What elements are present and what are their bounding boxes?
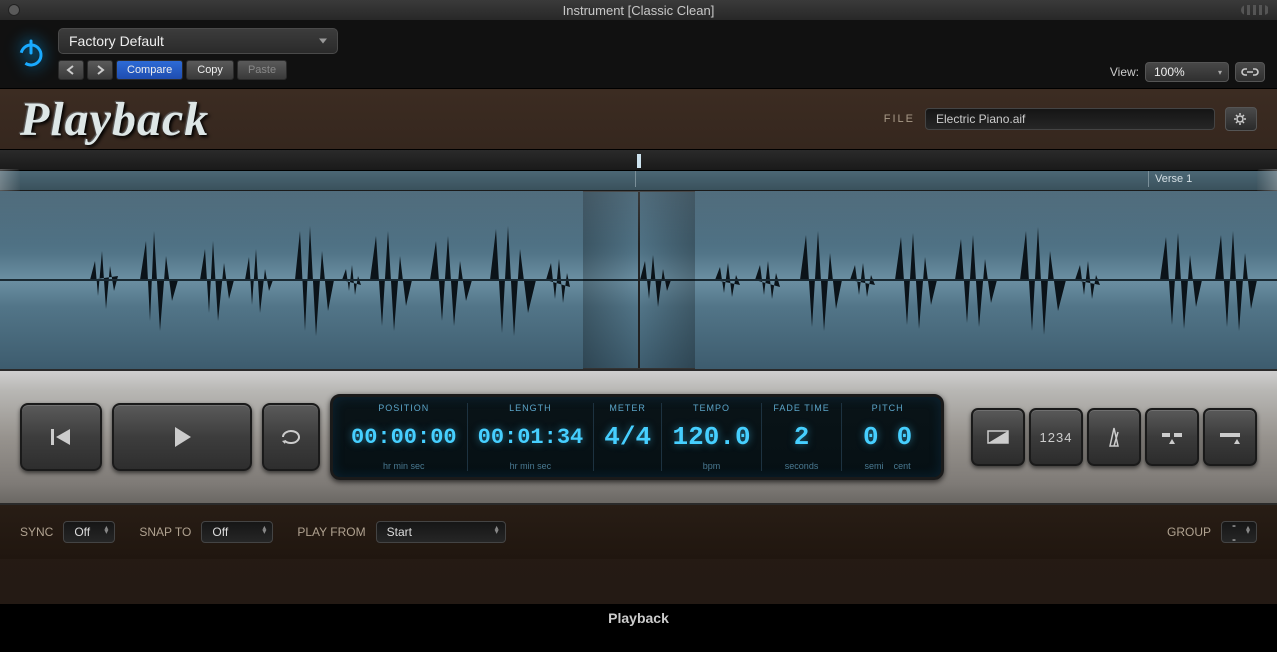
sync-value: Off (74, 525, 90, 539)
view-label: View: (1110, 65, 1139, 79)
cycle-button[interactable] (262, 403, 320, 471)
gear-icon (1233, 111, 1249, 127)
position-value: 00:00:00 (351, 425, 457, 450)
pitch-cent-value: 0 (897, 422, 913, 452)
window-titlebar: Instrument [Classic Clean] (0, 0, 1277, 20)
link-icon (1241, 66, 1259, 78)
lcd-position[interactable]: POSITION 00:00:00 hr min sec (341, 403, 467, 471)
lcd-meter[interactable]: METER 4/4 (593, 403, 661, 471)
preset-area: Factory Default Compare Copy Paste (58, 28, 338, 80)
window-grip[interactable] (1241, 5, 1269, 15)
fade-icon (985, 427, 1011, 447)
plugin-header: Playback FILE Electric Piano.aif (0, 89, 1277, 149)
sync-dropdown[interactable]: Off (63, 521, 115, 543)
fade-button[interactable] (971, 408, 1025, 466)
arrow-right-icon (95, 65, 105, 75)
plugin-toolbar: Factory Default Compare Copy Paste View:… (0, 20, 1277, 88)
snap-value: Off (212, 525, 228, 539)
waveform-svg (0, 191, 1277, 369)
settings-bar: SYNC Off SNAP TO Off PLAY FROM Start GRO… (0, 505, 1277, 559)
lcd-pitch[interactable]: PITCH 0 0 semi cent (841, 403, 933, 471)
view-zoom-value: 100% (1154, 65, 1185, 79)
split-icon (1159, 427, 1185, 447)
waveform-display[interactable] (0, 191, 1277, 369)
fade-label: FADE TIME (772, 403, 831, 413)
pitch-label: PITCH (852, 403, 923, 413)
footer-title: Playback (608, 610, 669, 626)
pitch-semi-units: semi (865, 461, 884, 471)
group-label: GROUP (1167, 525, 1211, 539)
sync-label: SYNC (20, 525, 53, 539)
playfrom-dropdown[interactable]: Start (376, 521, 506, 543)
compare-button[interactable]: Compare (116, 60, 183, 80)
metronome-button[interactable] (1087, 408, 1141, 466)
link-button[interactable] (1235, 62, 1265, 82)
add-marker-button[interactable] (1203, 408, 1257, 466)
marker-verse1[interactable]: Verse 1 (1148, 171, 1198, 187)
tempo-units: bpm (672, 461, 751, 471)
close-button[interactable] (8, 4, 20, 16)
tempo-value: 120.0 (672, 422, 751, 452)
pitch-cent-units: cent (894, 461, 911, 471)
split-marker-button[interactable] (1145, 408, 1199, 466)
play-button[interactable] (112, 403, 252, 471)
position-units: hr min sec (351, 461, 457, 471)
next-preset-button[interactable] (87, 60, 113, 80)
window-title: Instrument [Classic Clean] (0, 3, 1277, 18)
preset-dropdown[interactable]: Factory Default (58, 28, 338, 54)
meter-value: 4/4 (604, 422, 651, 452)
playfrom-label: PLAY FROM (297, 525, 365, 539)
view-group: View: 100% (1110, 62, 1265, 82)
transport-panel: POSITION 00:00:00 hr min sec LENGTH 00:0… (0, 369, 1277, 505)
skip-start-icon (48, 426, 74, 448)
function-buttons: 1234 (971, 408, 1257, 466)
file-label: FILE (884, 113, 915, 125)
plugin-footer: Playback (0, 604, 1277, 632)
go-to-start-button[interactable] (20, 403, 102, 471)
lcd-tempo[interactable]: TEMPO 120.0 bpm (661, 403, 761, 471)
playfrom-value: Start (387, 525, 412, 539)
length-value: 00:01:34 (478, 425, 584, 450)
fade-value: 2 (772, 422, 831, 452)
length-label: LENGTH (478, 403, 584, 413)
length-units: hr min sec (478, 461, 584, 471)
lcd-display: POSITION 00:00:00 hr min sec LENGTH 00:0… (330, 394, 944, 480)
view-zoom-dropdown[interactable]: 100% (1145, 62, 1229, 82)
plugin-body: Playback FILE Electric Piano.aif (0, 88, 1277, 604)
count-in-label: 1234 (1040, 430, 1073, 445)
file-field[interactable]: Electric Piano.aif (925, 108, 1215, 130)
preset-name: Factory Default (69, 33, 164, 49)
play-icon (169, 424, 195, 450)
lcd-fade[interactable]: FADE TIME 2 seconds (761, 403, 841, 471)
file-area: FILE Electric Piano.aif (884, 107, 1257, 131)
add-marker-icon (1217, 427, 1243, 447)
cycle-icon (279, 427, 303, 447)
metronome-icon (1104, 426, 1124, 448)
prev-preset-button[interactable] (58, 60, 84, 80)
paste-button[interactable]: Paste (237, 60, 287, 80)
group-dropdown[interactable]: -- (1221, 521, 1257, 543)
snap-dropdown[interactable]: Off (201, 521, 273, 543)
meter-label: METER (604, 403, 651, 413)
power-icon (15, 37, 47, 69)
position-label: POSITION (351, 403, 457, 413)
fade-units: seconds (772, 461, 831, 471)
group-value: -- (1232, 518, 1236, 546)
plugin-logo: Playback (20, 92, 209, 147)
file-name: Electric Piano.aif (936, 112, 1025, 126)
action-menu-button[interactable] (1225, 107, 1257, 131)
bypass-button[interactable] (12, 34, 50, 72)
count-in-button[interactable]: 1234 (1029, 408, 1083, 466)
tempo-label: TEMPO (672, 403, 751, 413)
arrow-left-icon (66, 65, 76, 75)
snap-label: SNAP TO (139, 525, 191, 539)
copy-button[interactable]: Copy (186, 60, 234, 80)
playhead-indicator (637, 154, 641, 168)
pitch-semi-value: 0 (863, 422, 879, 452)
timeline-ruler[interactable] (0, 149, 1277, 171)
marker-strip[interactable]: Intro Verse 1 (0, 171, 1277, 191)
lcd-length[interactable]: LENGTH 00:01:34 hr min sec (467, 403, 594, 471)
